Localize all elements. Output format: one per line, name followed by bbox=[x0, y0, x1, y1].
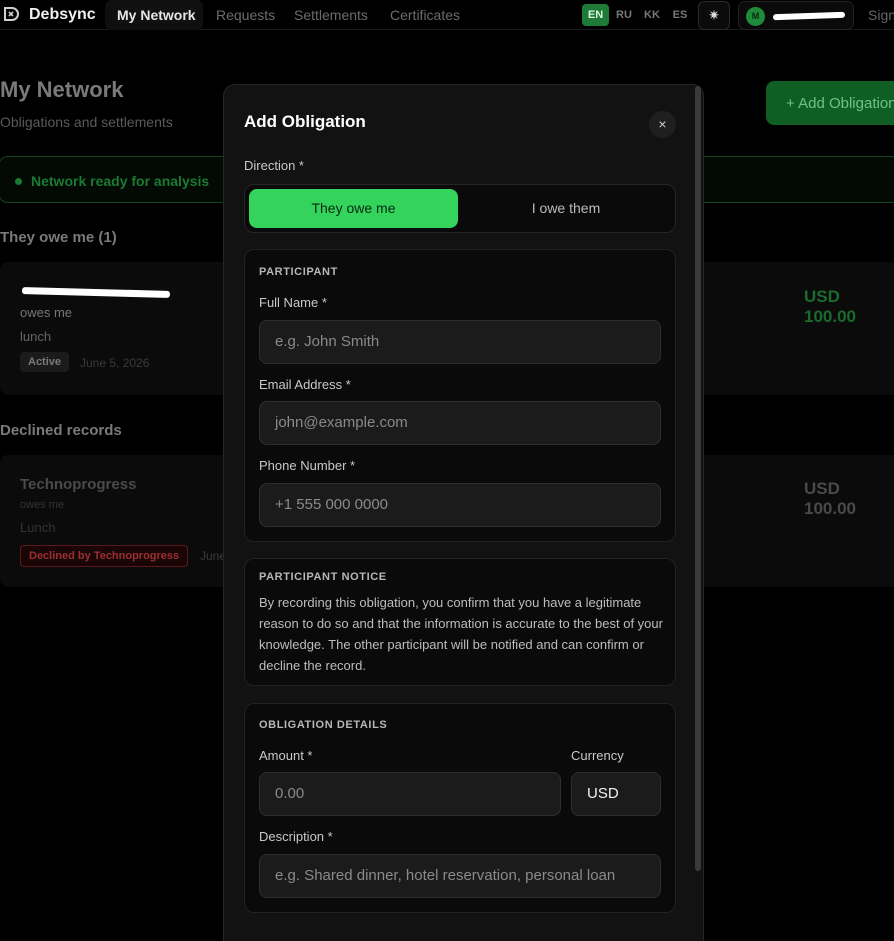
lang-ru[interactable]: RU bbox=[612, 4, 636, 26]
email-input[interactable]: john@example.com bbox=[259, 401, 661, 445]
lang-kk[interactable]: KK bbox=[640, 4, 664, 26]
page-title: My Network bbox=[0, 77, 124, 102]
amount-input[interactable]: 0.00 bbox=[259, 772, 561, 816]
lang-es[interactable]: ES bbox=[668, 4, 692, 26]
brand-name[interactable]: Debsync bbox=[29, 6, 96, 24]
currency-label: Currency bbox=[571, 748, 624, 763]
status-text: Network ready for analysis bbox=[31, 173, 210, 189]
card-date: June 5, 2026 bbox=[80, 356, 150, 370]
full-name-input[interactable]: e.g. John Smith bbox=[259, 320, 661, 364]
card-relation: owes me bbox=[20, 499, 65, 511]
details-heading: OBLIGATION DETAILS bbox=[259, 719, 388, 731]
page-subtitle: Obligations and settlements bbox=[0, 114, 173, 130]
notice-text: By recording this obligation, you confir… bbox=[259, 595, 663, 673]
lang-en[interactable]: EN bbox=[582, 4, 609, 26]
status-dot-icon bbox=[15, 178, 22, 185]
card-relation: owes me bbox=[20, 305, 73, 320]
modal-title: Add Obligation bbox=[244, 112, 366, 131]
card-amount: USD 100.00 bbox=[804, 479, 856, 518]
email-label: Email Address * bbox=[259, 377, 351, 392]
top-nav: Debsync My Network Requests Settlements … bbox=[0, 0, 894, 30]
phone-label: Phone Number * bbox=[259, 458, 356, 473]
user-menu[interactable]: M bbox=[738, 1, 854, 30]
close-button[interactable]: × bbox=[649, 111, 676, 138]
description-label: Description * bbox=[259, 829, 333, 844]
close-icon: × bbox=[658, 116, 667, 132]
sign-out-link[interactable]: Sign bbox=[868, 7, 894, 23]
card-amount: USD 100.00 bbox=[804, 287, 856, 326]
phone-input[interactable]: +1 555 000 0000 bbox=[259, 483, 661, 527]
direction-i-owe-them[interactable]: I owe them bbox=[460, 189, 672, 228]
direction-they-owe-me[interactable]: They owe me bbox=[249, 189, 458, 228]
add-obligation-button[interactable]: + Add Obligation bbox=[766, 81, 894, 125]
nav-certificates[interactable]: Certificates bbox=[390, 7, 460, 23]
they-owe-me-heading: They owe me (1) bbox=[0, 229, 117, 246]
notice-heading: PARTICIPANT NOTICE bbox=[259, 571, 387, 583]
full-name-label: Full Name * bbox=[259, 295, 327, 310]
theme-toggle-button[interactable]: ✷ bbox=[698, 1, 730, 30]
logo-icon bbox=[4, 7, 19, 21]
nav-my-network[interactable]: My Network bbox=[117, 7, 196, 23]
card-description: lunch bbox=[20, 329, 52, 344]
direction-label: Direction * bbox=[244, 158, 304, 173]
redacted-username bbox=[772, 11, 846, 21]
declined-heading: Declined records bbox=[0, 422, 122, 439]
sun-icon: ✷ bbox=[708, 7, 720, 23]
amount-label: Amount * bbox=[259, 748, 313, 763]
modal-scrollbar[interactable] bbox=[695, 86, 701, 871]
description-input[interactable]: e.g. Shared dinner, hotel reservation, p… bbox=[259, 854, 661, 898]
status-badge: Active bbox=[20, 352, 70, 372]
currency-select[interactable]: USD bbox=[571, 772, 661, 816]
card-description: Lunch bbox=[20, 520, 56, 535]
avatar: M bbox=[746, 7, 765, 26]
card-participant-name: Technoprogress bbox=[20, 476, 137, 493]
nav-requests[interactable]: Requests bbox=[216, 7, 275, 23]
declined-badge: Declined by Technoprogress bbox=[20, 545, 189, 567]
participant-heading: PARTICIPANT bbox=[259, 266, 338, 278]
nav-settlements[interactable]: Settlements bbox=[294, 7, 368, 23]
